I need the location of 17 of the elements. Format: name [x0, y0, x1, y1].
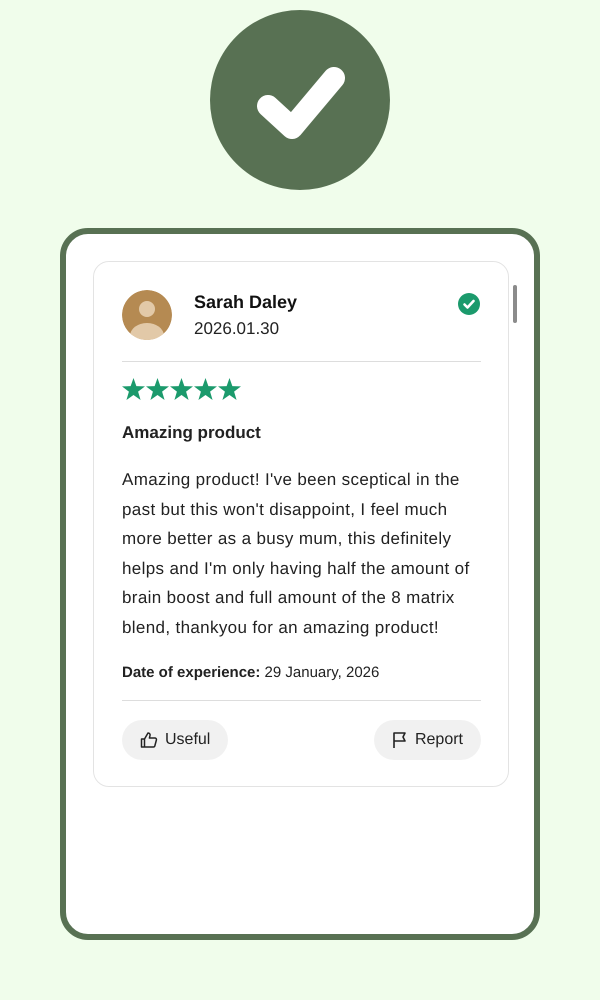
scrollbar[interactable] [513, 285, 517, 323]
star-icon [218, 378, 241, 400]
star-icon [122, 378, 145, 400]
avatar-icon [122, 290, 172, 340]
star-icon [146, 378, 169, 400]
author-name: Sarah Daley [194, 292, 298, 312]
review-title: Amazing product [122, 423, 262, 443]
star-icon [194, 378, 217, 400]
thumbs-up-icon [140, 731, 158, 749]
star-icon [170, 378, 193, 400]
review-text: Amazing product! I've been sceptical in the past but this won't disappoint, I feel much more better as a busy mum, this definitely helps and I'm only having half the amount of brain boost and full amount of the 8 matrix blend, thankyou for an amazing product! [122, 469, 471, 638]
useful-button[interactable]: Useful [122, 720, 228, 760]
review-date: 2026.01.30 [194, 318, 280, 338]
flag-icon [392, 731, 408, 749]
report-button[interactable]: Report [374, 720, 481, 760]
experience-date: Date of experience: 29 January, 2026 [122, 664, 380, 681]
checkmark-badge-icon [210, 10, 390, 190]
